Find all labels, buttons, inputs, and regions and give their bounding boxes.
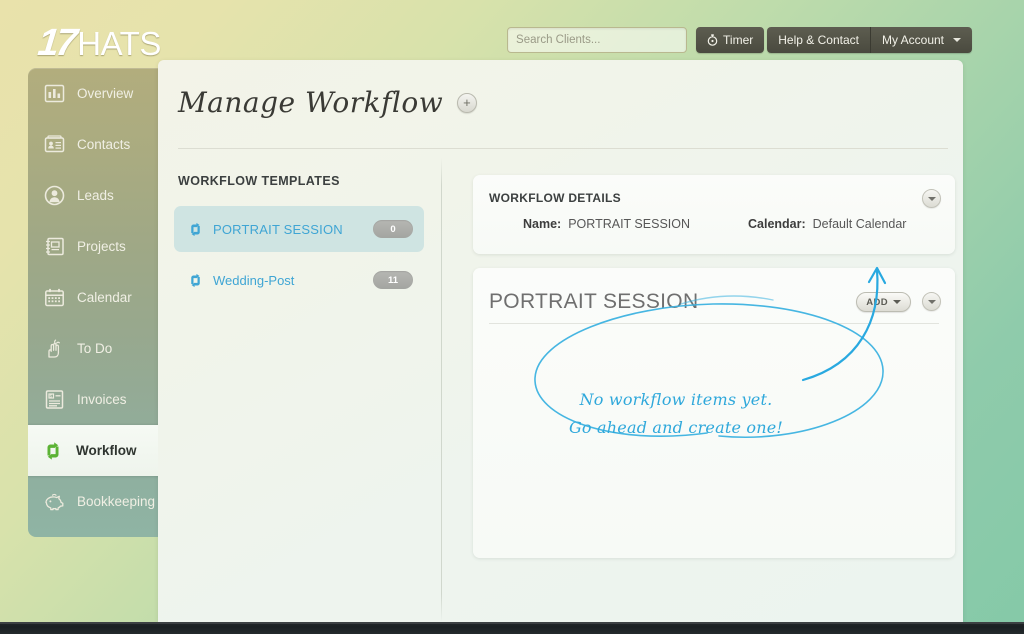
- field-name: Name: PORTRAIT SESSION: [523, 217, 748, 231]
- logo-word: HATS: [77, 25, 161, 62]
- template-name: Wedding-Post: [213, 272, 295, 288]
- workflow-arrows-icon: [41, 439, 65, 463]
- sidebar-label: Contacts: [77, 136, 131, 152]
- chevron-down-icon[interactable]: [922, 189, 941, 208]
- title-divider: [178, 148, 948, 149]
- column-divider: [441, 158, 442, 622]
- template-name: PORTRAIT SESSION: [213, 221, 343, 237]
- sidebar: Overview Contacts Leads Projects Calenda…: [28, 68, 158, 537]
- template-count-badge: 11: [373, 271, 413, 289]
- sidebar-item-calendar[interactable]: Calendar: [28, 272, 158, 323]
- name-value: PORTRAIT SESSION: [568, 217, 691, 231]
- sidebar-item-bookkeeping[interactable]: Bookkeeping: [28, 476, 158, 527]
- session-title: PORTRAIT SESSION: [489, 290, 699, 313]
- calendar-label: Calendar:: [748, 217, 806, 231]
- sidebar-item-invoices[interactable]: $ Invoices: [28, 374, 158, 425]
- piggy-bank-icon: [42, 490, 66, 514]
- sidebar-item-workflow[interactable]: Workflow: [28, 425, 158, 476]
- portrait-session-card: PORTRAIT SESSION ADD: [473, 268, 955, 558]
- invoice-icon: $: [42, 388, 66, 412]
- page-title: Manage Workflow +: [178, 86, 478, 119]
- stopwatch-icon: [707, 34, 718, 46]
- session-divider: [489, 323, 939, 324]
- sidebar-label: Calendar: [77, 289, 132, 305]
- my-account-label: My Account: [881, 33, 944, 47]
- sidebar-label: Projects: [77, 238, 126, 254]
- workflow-details-heading: WORKFLOW DETAILS: [489, 191, 621, 205]
- timer-label: Timer: [723, 33, 754, 47]
- sidebar-item-projects[interactable]: Projects: [28, 221, 158, 272]
- app-logo: 17 HATS: [35, 22, 161, 65]
- workflow-details-card: WORKFLOW DETAILS Name: PORTRAIT SESSION …: [473, 175, 955, 254]
- help-contact-button[interactable]: Help & Contact: [767, 27, 871, 53]
- person-circle-icon: [42, 184, 66, 208]
- sidebar-item-overview[interactable]: Overview: [28, 68, 158, 119]
- search-input[interactable]: [507, 27, 688, 53]
- workflow-details-fields: Name: PORTRAIT SESSION Calendar: Default…: [489, 217, 939, 231]
- sidebar-label: Bookkeeping: [77, 493, 156, 509]
- bar-chart-icon: [42, 82, 66, 106]
- workflow-templates-heading: WORKFLOW TEMPLATES: [178, 174, 340, 188]
- window-bottom-bar: [0, 622, 1024, 634]
- caret-down-icon: [893, 300, 901, 304]
- sidebar-item-contacts[interactable]: Contacts: [28, 119, 158, 170]
- sidebar-item-todo[interactable]: To Do: [28, 323, 158, 374]
- sidebar-label: Invoices: [77, 391, 127, 407]
- my-account-button[interactable]: My Account: [870, 27, 972, 53]
- template-count-badge: 0: [373, 220, 413, 238]
- timer-button[interactable]: Timer: [696, 27, 765, 53]
- workflow-arrows-icon: [187, 221, 204, 238]
- notebook-icon: [42, 235, 66, 259]
- workflow-templates-list: PORTRAIT SESSION 0 Wedding-Post 11: [174, 206, 424, 308]
- plus-icon[interactable]: +: [457, 92, 478, 113]
- workflow-arrows-icon: [187, 272, 204, 289]
- sidebar-label: Leads: [77, 187, 114, 203]
- calendar-icon: [42, 286, 66, 310]
- main-content-panel: Manage Workflow + WORKFLOW TEMPLATES POR…: [158, 60, 963, 622]
- sidebar-label: To Do: [77, 340, 113, 356]
- calendar-value: Default Calendar: [812, 217, 907, 231]
- sidebar-label: Overview: [77, 85, 134, 101]
- header-controls: Timer Help & Contact My Account: [507, 27, 972, 53]
- name-label: Name:: [523, 217, 562, 231]
- add-button[interactable]: ADD: [856, 292, 911, 312]
- caret-down-icon: [953, 38, 961, 42]
- help-contact-label: Help & Contact: [778, 33, 859, 47]
- field-calendar: Calendar: Default Calendar: [748, 217, 906, 231]
- logo-number: 17: [35, 22, 77, 64]
- sidebar-item-leads[interactable]: Leads: [28, 170, 158, 221]
- page-title-text: Manage Workflow: [178, 86, 444, 119]
- add-button-label: ADD: [866, 296, 888, 308]
- template-item-portrait-session[interactable]: PORTRAIT SESSION 0: [174, 206, 424, 252]
- template-item-wedding-post[interactable]: Wedding-Post 11: [174, 257, 424, 303]
- chevron-down-icon[interactable]: [922, 292, 941, 311]
- contact-card-icon: [42, 133, 66, 157]
- hand-string-icon: [42, 337, 66, 361]
- sidebar-label: Workflow: [76, 442, 137, 458]
